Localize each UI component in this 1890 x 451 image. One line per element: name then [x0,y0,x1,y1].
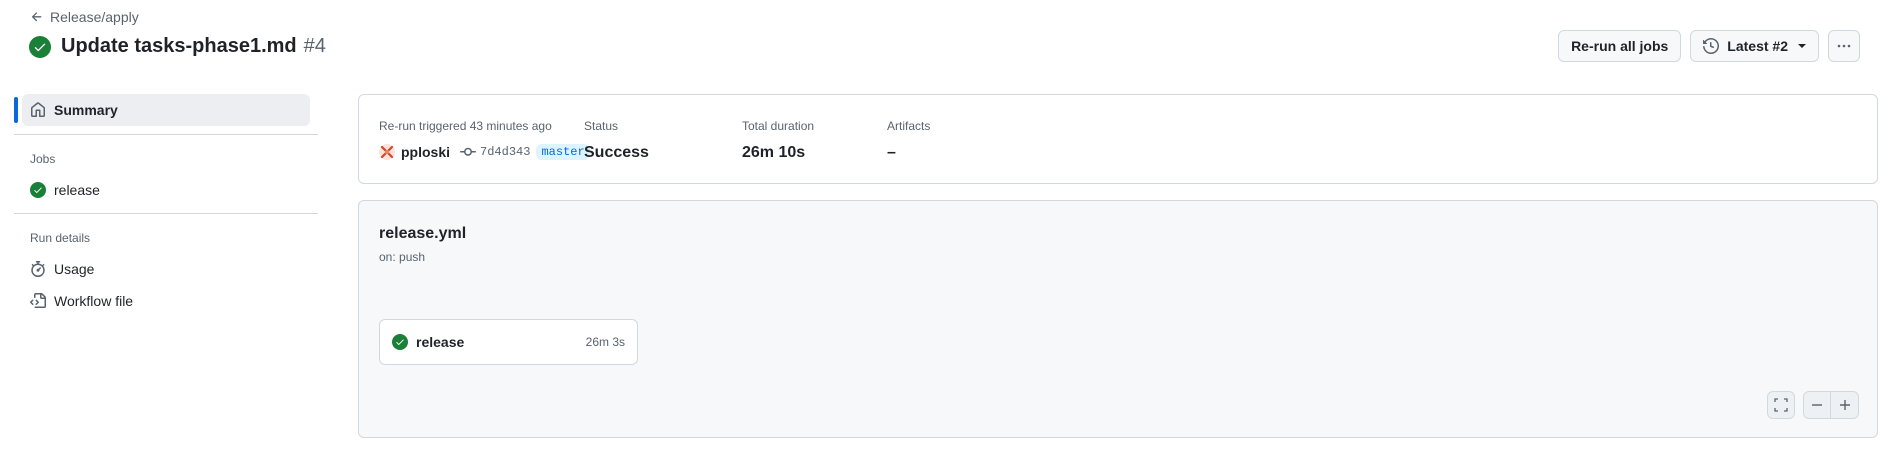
status-label: Status [584,119,619,133]
git-commit-icon [460,147,477,156]
duration-label: Total duration [742,119,815,133]
artifacts-value: – [887,144,896,161]
actor-link[interactable]: pploski [401,144,450,160]
fullscreen-button[interactable] [1767,391,1795,419]
minus-icon [1812,404,1822,406]
avatar[interactable] [379,144,395,160]
duration-column: Total duration 26m 10s [742,119,814,162]
page-title-row: Update tasks-phase1.md #4 [29,35,326,58]
status-value: Success [584,144,649,161]
success-check-icon [392,334,408,350]
sidebar: Summary Jobs release Run details Usage W… [14,94,318,317]
kebab-horizontal-icon [1837,44,1851,48]
attempt-select-button[interactable]: Latest #2 [1690,30,1819,62]
sidebar-item-summary-label: Summary [54,102,118,118]
sidebar-item-summary[interactable]: Summary [14,94,310,126]
trigger-column: Re-run triggered 43 minutes ago pploski … [379,119,590,160]
header-actions: Re-run all jobs Latest #2 [1558,30,1860,62]
file-code-icon [30,293,46,308]
sidebar-item-job-release[interactable]: release [30,174,318,206]
zoom-button-group [1803,391,1859,419]
home-icon [31,102,45,117]
job-name: release [416,334,465,350]
jobs-heading: Jobs [30,152,56,166]
chevron-down-icon [1798,44,1806,48]
plus-icon [1839,400,1850,410]
job-duration: 26m 3s [585,335,625,349]
workflow-trigger: on: push [379,250,426,264]
sidebar-divider [14,213,318,214]
artifacts-label: Artifacts [887,119,931,133]
zoom-in-button[interactable] [1831,391,1859,419]
back-link-label[interactable]: Release/apply [50,9,139,25]
duration-value: 26m 10s [742,144,806,161]
trigger-label: Re-run triggered 43 minutes ago [379,119,552,133]
commit-link[interactable]: 7d4d343 [460,144,530,160]
sidebar-item-workflow-file[interactable]: Workflow file [30,285,318,317]
status-column: Status Success [584,119,649,162]
workflow-graph: release.yml on: push release 26m 3s [358,200,1878,438]
workflow-name: release.yml [379,225,467,242]
sidebar-job-label: release [54,182,100,198]
stopwatch-icon [31,261,45,277]
run-number: #4 [303,35,326,57]
job-node-release[interactable]: release 26m 3s [379,319,638,365]
history-icon [1703,38,1720,54]
page-title: Update tasks-phase1.md [61,35,297,57]
rerun-all-jobs-button[interactable]: Re-run all jobs [1558,30,1682,62]
screen-full-icon [1774,398,1788,412]
artifacts-column: Artifacts – [887,119,930,162]
active-indicator [14,97,18,123]
run-summary-card: Re-run triggered 43 minutes ago pploski … [358,94,1878,184]
rerun-all-jobs-label: Re-run all jobs [1571,38,1669,54]
arrow-left-icon [31,12,42,22]
more-options-button[interactable] [1828,30,1860,62]
graph-zoom-controls [1767,391,1859,419]
back-link[interactable]: Release/apply [30,8,139,26]
branch-badge[interactable]: master [536,144,590,160]
sidebar-divider [14,134,318,135]
attempt-select-label: Latest #2 [1727,38,1788,54]
success-check-icon [30,182,46,198]
trigger-details: pploski 7d4d343 master [379,144,590,160]
commit-sha: 7d4d343 [480,145,531,159]
zoom-out-button[interactable] [1803,391,1831,419]
run-details-heading: Run details [30,231,91,245]
sidebar-item-workflow-file-label: Workflow file [54,293,134,309]
success-check-icon [29,35,51,58]
sidebar-item-usage[interactable]: Usage [30,253,318,285]
sidebar-item-usage-label: Usage [54,261,95,277]
